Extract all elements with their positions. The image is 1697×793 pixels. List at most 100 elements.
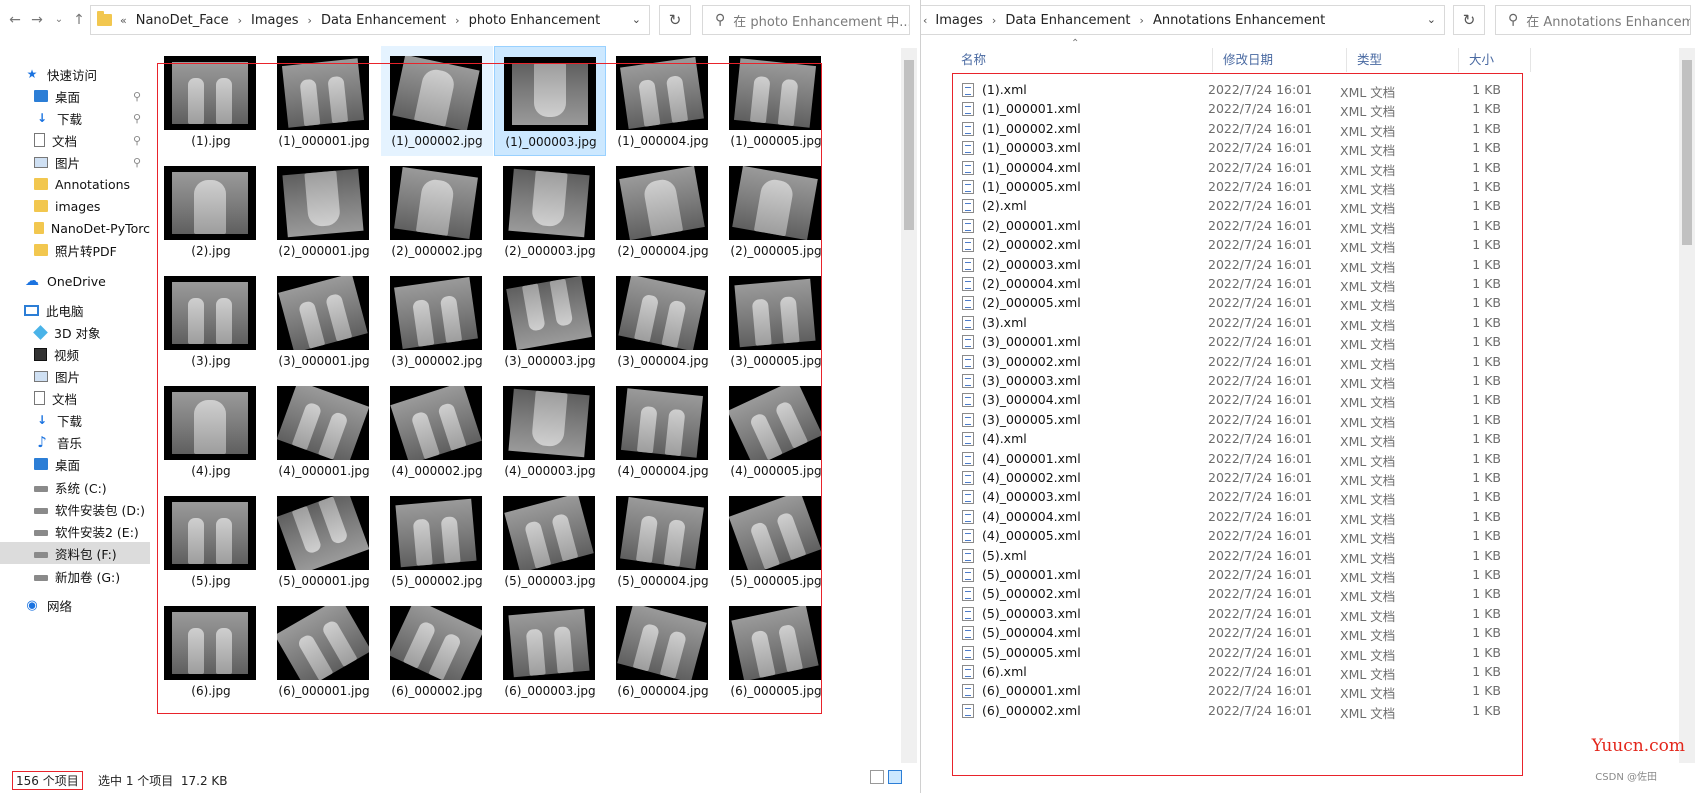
nav-item[interactable]: 文档 bbox=[0, 387, 150, 409]
nav-item[interactable]: 软件安装包 (D:) bbox=[0, 498, 150, 520]
address-bar[interactable]: ‹ Images › Data Enhancement › Annotation… bbox=[921, 5, 1445, 35]
thumbnail-tile[interactable]: (1)_000004.jpg bbox=[607, 46, 719, 156]
file-row[interactable]: (4)_000003.xml 2022/7/24 16:01 XML 文档 1 KB bbox=[921, 487, 1641, 507]
file-row[interactable]: (6).xml 2022/7/24 16:01 XML 文档 1 KB bbox=[921, 662, 1641, 682]
chevron-left-icon[interactable]: ‹ bbox=[923, 14, 927, 27]
thumbnail-tile[interactable]: (3)_000001.jpg bbox=[268, 266, 380, 376]
file-row[interactable]: (5)_000004.xml 2022/7/24 16:01 XML 文档 1 KB bbox=[921, 623, 1641, 643]
thumbnail-tile[interactable]: (2)_000004.jpg bbox=[607, 156, 719, 266]
file-row[interactable]: (3)_000002.xml 2022/7/24 16:01 XML 文档 1 KB bbox=[921, 352, 1641, 372]
nav-item[interactable]: 系统 (C:) bbox=[0, 476, 150, 498]
file-row[interactable]: (4).xml 2022/7/24 16:01 XML 文档 1 KB bbox=[921, 429, 1641, 449]
thumbnail-tile[interactable]: (4)_000004.jpg bbox=[607, 376, 719, 486]
file-row[interactable]: (5).xml 2022/7/24 16:01 XML 文档 1 KB bbox=[921, 546, 1641, 566]
thumbnail-tile[interactable]: (5)_000002.jpg bbox=[381, 486, 493, 596]
up-arrow-icon[interactable]: ↑ bbox=[70, 10, 88, 30]
file-row[interactable]: (1)_000002.xml 2022/7/24 16:01 XML 文档 1 KB bbox=[921, 119, 1641, 139]
nav-item[interactable]: ★ 快速访问 bbox=[0, 63, 150, 85]
scrollbar[interactable] bbox=[1679, 48, 1695, 763]
file-row[interactable]: (1)_000005.xml 2022/7/24 16:01 XML 文档 1 KB bbox=[921, 177, 1641, 197]
file-row[interactable]: (2)_000001.xml 2022/7/24 16:01 XML 文档 1 KB bbox=[921, 216, 1641, 236]
thumbnail-tile[interactable]: (4)_000002.jpg bbox=[381, 376, 493, 486]
breadcrumb-item[interactable]: Images bbox=[251, 13, 299, 28]
thumbnail-tile[interactable]: (3)_000005.jpg bbox=[720, 266, 832, 376]
breadcrumb-item[interactable]: Data Enhancement bbox=[321, 13, 446, 28]
file-row[interactable]: (3).xml 2022/7/24 16:01 XML 文档 1 KB bbox=[921, 313, 1641, 333]
nav-item[interactable]: images bbox=[0, 195, 150, 217]
file-row[interactable]: (1)_000001.xml 2022/7/24 16:01 XML 文档 1 KB bbox=[921, 99, 1641, 119]
chevron-right-icon[interactable]: › bbox=[455, 14, 459, 27]
file-row[interactable]: (1)_000003.xml 2022/7/24 16:01 XML 文档 1 KB bbox=[921, 138, 1641, 158]
address-dropdown-icon[interactable]: ⌄ bbox=[632, 13, 641, 26]
file-row[interactable]: (4)_000005.xml 2022/7/24 16:01 XML 文档 1 KB bbox=[921, 526, 1641, 546]
nav-item[interactable]: ♪ 音乐 bbox=[0, 431, 150, 453]
thumbnail-tile[interactable]: (2)_000003.jpg bbox=[494, 156, 606, 266]
breadcrumb-item[interactable]: photo Enhancement bbox=[469, 13, 601, 28]
refresh-button[interactable]: ↻ bbox=[659, 5, 691, 35]
file-row[interactable]: (2)_000005.xml 2022/7/24 16:01 XML 文档 1 KB bbox=[921, 293, 1641, 313]
nav-item[interactable]: ↓ 下载 ⚲ bbox=[0, 107, 150, 129]
thumbnail-tile[interactable]: (3)_000003.jpg bbox=[494, 266, 606, 376]
nav-item[interactable]: 桌面 bbox=[0, 453, 150, 475]
refresh-button[interactable]: ↻ bbox=[1453, 5, 1485, 35]
file-row[interactable]: (3)_000003.xml 2022/7/24 16:01 XML 文档 1 KB bbox=[921, 371, 1641, 391]
thumbnail-tile[interactable]: (1)_000005.jpg bbox=[720, 46, 832, 156]
nav-item[interactable]: 新加卷 (G:) bbox=[0, 565, 150, 587]
file-row[interactable]: (1).xml 2022/7/24 16:01 XML 文档 1 KB bbox=[921, 80, 1641, 100]
file-row[interactable]: (2)_000004.xml 2022/7/24 16:01 XML 文档 1 KB bbox=[921, 274, 1641, 294]
thumbnail-tile[interactable]: (2)_000002.jpg bbox=[381, 156, 493, 266]
thumbnail-tile[interactable]: (6)_000004.jpg bbox=[607, 596, 719, 706]
column-name[interactable]: 名称 bbox=[951, 48, 1213, 72]
file-row[interactable]: (4)_000001.xml 2022/7/24 16:01 XML 文档 1 KB bbox=[921, 449, 1641, 469]
column-size[interactable]: 大小 bbox=[1459, 48, 1531, 72]
nav-item[interactable]: ↓ 下载 bbox=[0, 409, 150, 431]
nav-item[interactable]: 照片转PDF bbox=[0, 239, 150, 261]
breadcrumb-item[interactable]: Annotations Enhancement bbox=[1153, 13, 1325, 28]
overflow-chevron[interactable]: « bbox=[120, 14, 127, 27]
thumbnail-tile[interactable]: (5).jpg bbox=[155, 486, 267, 596]
pin-icon[interactable]: ⚲ bbox=[133, 134, 141, 147]
back-arrow-icon[interactable]: ← bbox=[6, 10, 24, 30]
nav-item[interactable]: NanoDet-PyTorc bbox=[0, 217, 150, 239]
search-input[interactable]: ⚲ 在 photo Enhancement 中... bbox=[702, 5, 910, 35]
scrollbar-thumb[interactable] bbox=[1682, 60, 1692, 245]
thumbnail-tile[interactable]: (2)_000005.jpg bbox=[720, 156, 832, 266]
thumbnail-tile[interactable]: (4).jpg bbox=[155, 376, 267, 486]
nav-item[interactable]: ☁ OneDrive bbox=[0, 270, 150, 292]
chevron-right-icon[interactable]: › bbox=[1140, 14, 1144, 27]
file-row[interactable]: (5)_000001.xml 2022/7/24 16:01 XML 文档 1 KB bbox=[921, 565, 1641, 585]
file-row[interactable]: (3)_000004.xml 2022/7/24 16:01 XML 文档 1 KB bbox=[921, 390, 1641, 410]
scrollbar[interactable] bbox=[901, 48, 917, 763]
file-row[interactable]: (5)_000002.xml 2022/7/24 16:01 XML 文档 1 KB bbox=[921, 584, 1641, 604]
search-input[interactable]: ⚲ 在 Annotations Enhancem... bbox=[1495, 5, 1691, 35]
file-row[interactable]: (3)_000005.xml 2022/7/24 16:01 XML 文档 1 KB bbox=[921, 410, 1641, 430]
column-date[interactable]: 修改日期 bbox=[1213, 48, 1347, 72]
file-row[interactable]: (5)_000005.xml 2022/7/24 16:01 XML 文档 1 KB bbox=[921, 643, 1641, 663]
column-type[interactable]: 类型 bbox=[1347, 48, 1459, 72]
nav-item[interactable]: 视频 bbox=[0, 343, 150, 365]
thumbnail-tile[interactable]: (3).jpg bbox=[155, 266, 267, 376]
file-row[interactable]: (2)_000002.xml 2022/7/24 16:01 XML 文档 1 KB bbox=[921, 235, 1641, 255]
file-row[interactable]: (1)_000004.xml 2022/7/24 16:01 XML 文档 1 KB bbox=[921, 158, 1641, 178]
breadcrumb-item[interactable]: NanoDet_Face bbox=[136, 13, 229, 28]
nav-item[interactable]: Annotations bbox=[0, 173, 150, 195]
nav-item[interactable]: 图片 bbox=[0, 365, 150, 387]
file-row[interactable]: (2).xml 2022/7/24 16:01 XML 文档 1 KB bbox=[921, 196, 1641, 216]
breadcrumb-item[interactable]: Images bbox=[935, 13, 983, 28]
thumbnail-tile[interactable]: (5)_000003.jpg bbox=[494, 486, 606, 596]
pin-icon[interactable]: ⚲ bbox=[133, 90, 141, 103]
thumbnail-tile[interactable]: (1).jpg bbox=[155, 46, 267, 156]
nav-item[interactable]: ◉ 网络 bbox=[0, 594, 150, 616]
pin-icon[interactable]: ⚲ bbox=[133, 112, 141, 125]
thumbnail-tile[interactable]: (5)_000005.jpg bbox=[720, 486, 832, 596]
scrollbar-thumb[interactable] bbox=[904, 60, 914, 230]
thumbnail-tile[interactable]: (1)_000001.jpg bbox=[268, 46, 380, 156]
file-row[interactable]: (2)_000003.xml 2022/7/24 16:01 XML 文档 1 KB bbox=[921, 255, 1641, 275]
pin-icon[interactable]: ⚲ bbox=[133, 156, 141, 169]
thumbnail-tile[interactable]: (4)_000003.jpg bbox=[494, 376, 606, 486]
thumbnail-tile[interactable]: (1)_000002.jpg bbox=[381, 46, 493, 156]
file-row[interactable]: (5)_000003.xml 2022/7/24 16:01 XML 文档 1 KB bbox=[921, 604, 1641, 624]
nav-item[interactable]: 桌面 ⚲ bbox=[0, 85, 150, 107]
chevron-right-icon[interactable]: › bbox=[992, 14, 996, 27]
thumbnail-tile[interactable]: (6).jpg bbox=[155, 596, 267, 706]
